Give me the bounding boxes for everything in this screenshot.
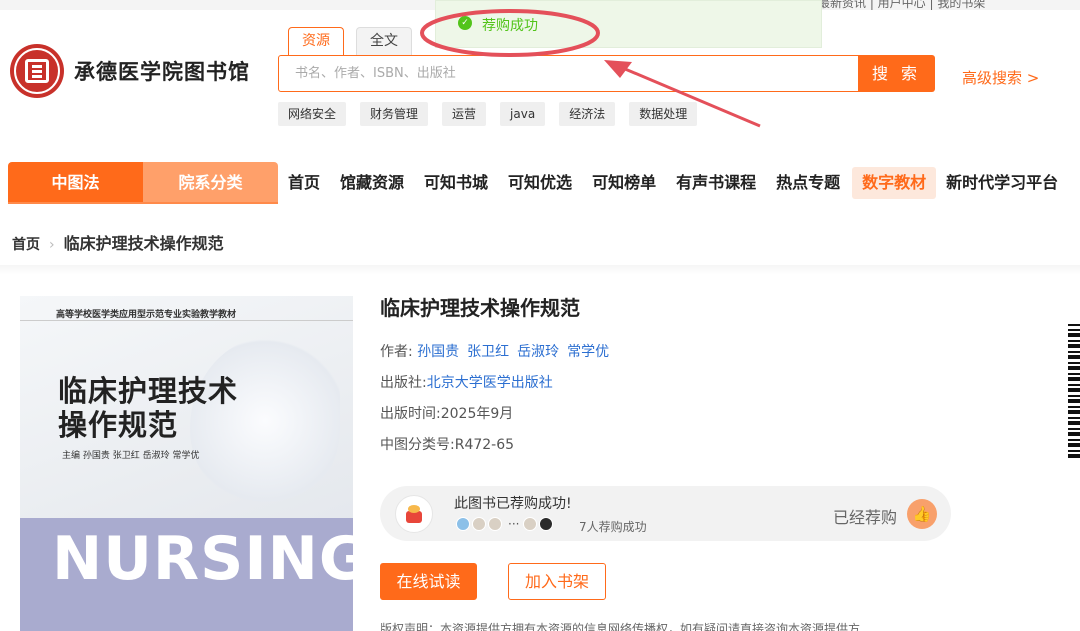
breadcrumb: 首页 › 临床护理技术操作规范 (12, 230, 224, 254)
recommender-avatars: ··· (456, 517, 555, 531)
tab-fulltext[interactable]: 全文 (356, 27, 412, 55)
main-nav: 中图法 院系分类 首页 馆藏资源 可知书城 可知优选 可知榜单 有声书课程 热点… (0, 162, 1080, 204)
nav-item-collection[interactable]: 馆藏资源 (330, 167, 414, 199)
library-logo[interactable]: 承德医学院图书馆 (10, 44, 250, 98)
search-tabs: 资源 全文 (288, 27, 424, 55)
hot-tag[interactable]: 财务管理 (360, 102, 429, 126)
avatar (488, 517, 502, 531)
qr-code-icon (1068, 324, 1080, 458)
avatar (539, 517, 554, 531)
clc-value: R472-65 (454, 437, 515, 453)
book-title: 临床护理技术操作规范 (380, 296, 580, 320)
nav-item-home[interactable]: 首页 (278, 167, 330, 199)
recommend-count: 7人荐购成功 (579, 520, 647, 534)
avatar (472, 517, 486, 531)
hot-tag[interactable]: 网络安全 (278, 102, 347, 126)
author-link[interactable]: 岳淑玲 (517, 344, 559, 360)
success-toast: ✓ 荐购成功 (435, 0, 822, 48)
more-dots: ··· (508, 517, 520, 531)
check-circle-icon: ✓ (458, 16, 472, 30)
add-to-shelf-button[interactable]: 加入书架 (508, 563, 606, 600)
nav-clc[interactable]: 中图法 (8, 162, 143, 204)
nav-item-selected[interactable]: 可知优选 (498, 167, 582, 199)
author-link[interactable]: 常学优 (567, 344, 609, 360)
chevron-right-icon: › (49, 237, 55, 253)
breadcrumb-current: 临床护理技术操作规范 (63, 234, 224, 253)
hot-tag[interactable]: 数据处理 (629, 102, 698, 126)
book-pubdate: 出版时间:2025年9月 (380, 406, 514, 422)
cover-editors: 主编 孙国贵 张卫红 岳淑玲 常学优 (62, 451, 200, 461)
book-mascot-icon (395, 495, 433, 533)
nav-item-bookstore[interactable]: 可知书城 (414, 167, 498, 199)
library-seal-icon (10, 44, 64, 98)
nav-item-study-platform[interactable]: 新时代学习平台 (936, 167, 1068, 199)
pubdate-value: 2025年9月 (440, 406, 514, 422)
publisher-link[interactable]: 北京大学医学出版社 (427, 375, 553, 391)
copyright-notice: 版权声明：本资源提供方拥有本资源的信息网络传播权，如有疑问请直接咨询本资源提供方 (380, 622, 861, 631)
nav-item-ranking[interactable]: 可知榜单 (582, 167, 666, 199)
hot-tags: 网络安全 财务管理 运营 java 经济法 数据处理 (278, 102, 711, 126)
read-online-button[interactable]: 在线试读 (380, 563, 477, 600)
nav-underline (8, 202, 278, 204)
book-authors: 作者: 孙国贵 张卫红 岳淑玲 常学优 (380, 344, 610, 360)
tab-resources[interactable]: 资源 (288, 27, 344, 55)
cover-image-hands (190, 336, 340, 506)
nav-item-topics[interactable]: 热点专题 (766, 167, 850, 199)
nav-item-audiobook[interactable]: 有声书课程 (666, 167, 766, 199)
search-input[interactable]: 书名、作者、ISBN、出版社 (278, 55, 859, 92)
hot-tag[interactable]: 经济法 (559, 102, 616, 126)
search-button[interactable]: 搜 索 (858, 55, 935, 92)
author-link[interactable]: 张卫红 (467, 344, 509, 360)
cover-band-text: NURSING (52, 524, 353, 594)
avatar (456, 517, 470, 531)
book-publisher: 出版社:北京大学医学出版社 (380, 375, 553, 391)
top-links[interactable]: 最新资讯 | 用户中心 | 我的书架 (818, 0, 985, 11)
recommended-label: 已经荐购 (833, 508, 898, 527)
recommend-status: 此图书已荐购成功! (454, 496, 572, 512)
hot-tag[interactable]: java (500, 102, 546, 126)
book-cover: 高等学校医学类应用型示范专业实验教学教材 临床护理技术 操作规范 主编 孙国贵 … (20, 296, 353, 631)
section-divider (0, 265, 1080, 275)
nav-item-digital-textbook[interactable]: 数字教材 (852, 167, 937, 199)
book-clc: 中图分类号:R472-65 (380, 437, 515, 453)
breadcrumb-home[interactable]: 首页 (12, 237, 40, 253)
author-link[interactable]: 孙国贵 (417, 344, 459, 360)
library-name: 承德医学院图书馆 (74, 60, 250, 84)
avatar (523, 517, 538, 531)
nav-department[interactable]: 院系分类 (143, 162, 278, 204)
toast-message: 荐购成功 (482, 18, 538, 34)
cover-title-line2: 操作规范 (58, 408, 179, 442)
thumbs-up-icon[interactable]: 👍 (907, 499, 937, 529)
cover-series: 高等学校医学类应用型示范专业实验教学教材 (56, 310, 237, 320)
advanced-search-link[interactable]: 高级搜索 > (962, 67, 1039, 88)
recommend-panel: 此图书已荐购成功! ··· 7人荐购成功 已经荐购 👍 (380, 486, 951, 541)
hot-tag[interactable]: 运营 (442, 102, 487, 126)
